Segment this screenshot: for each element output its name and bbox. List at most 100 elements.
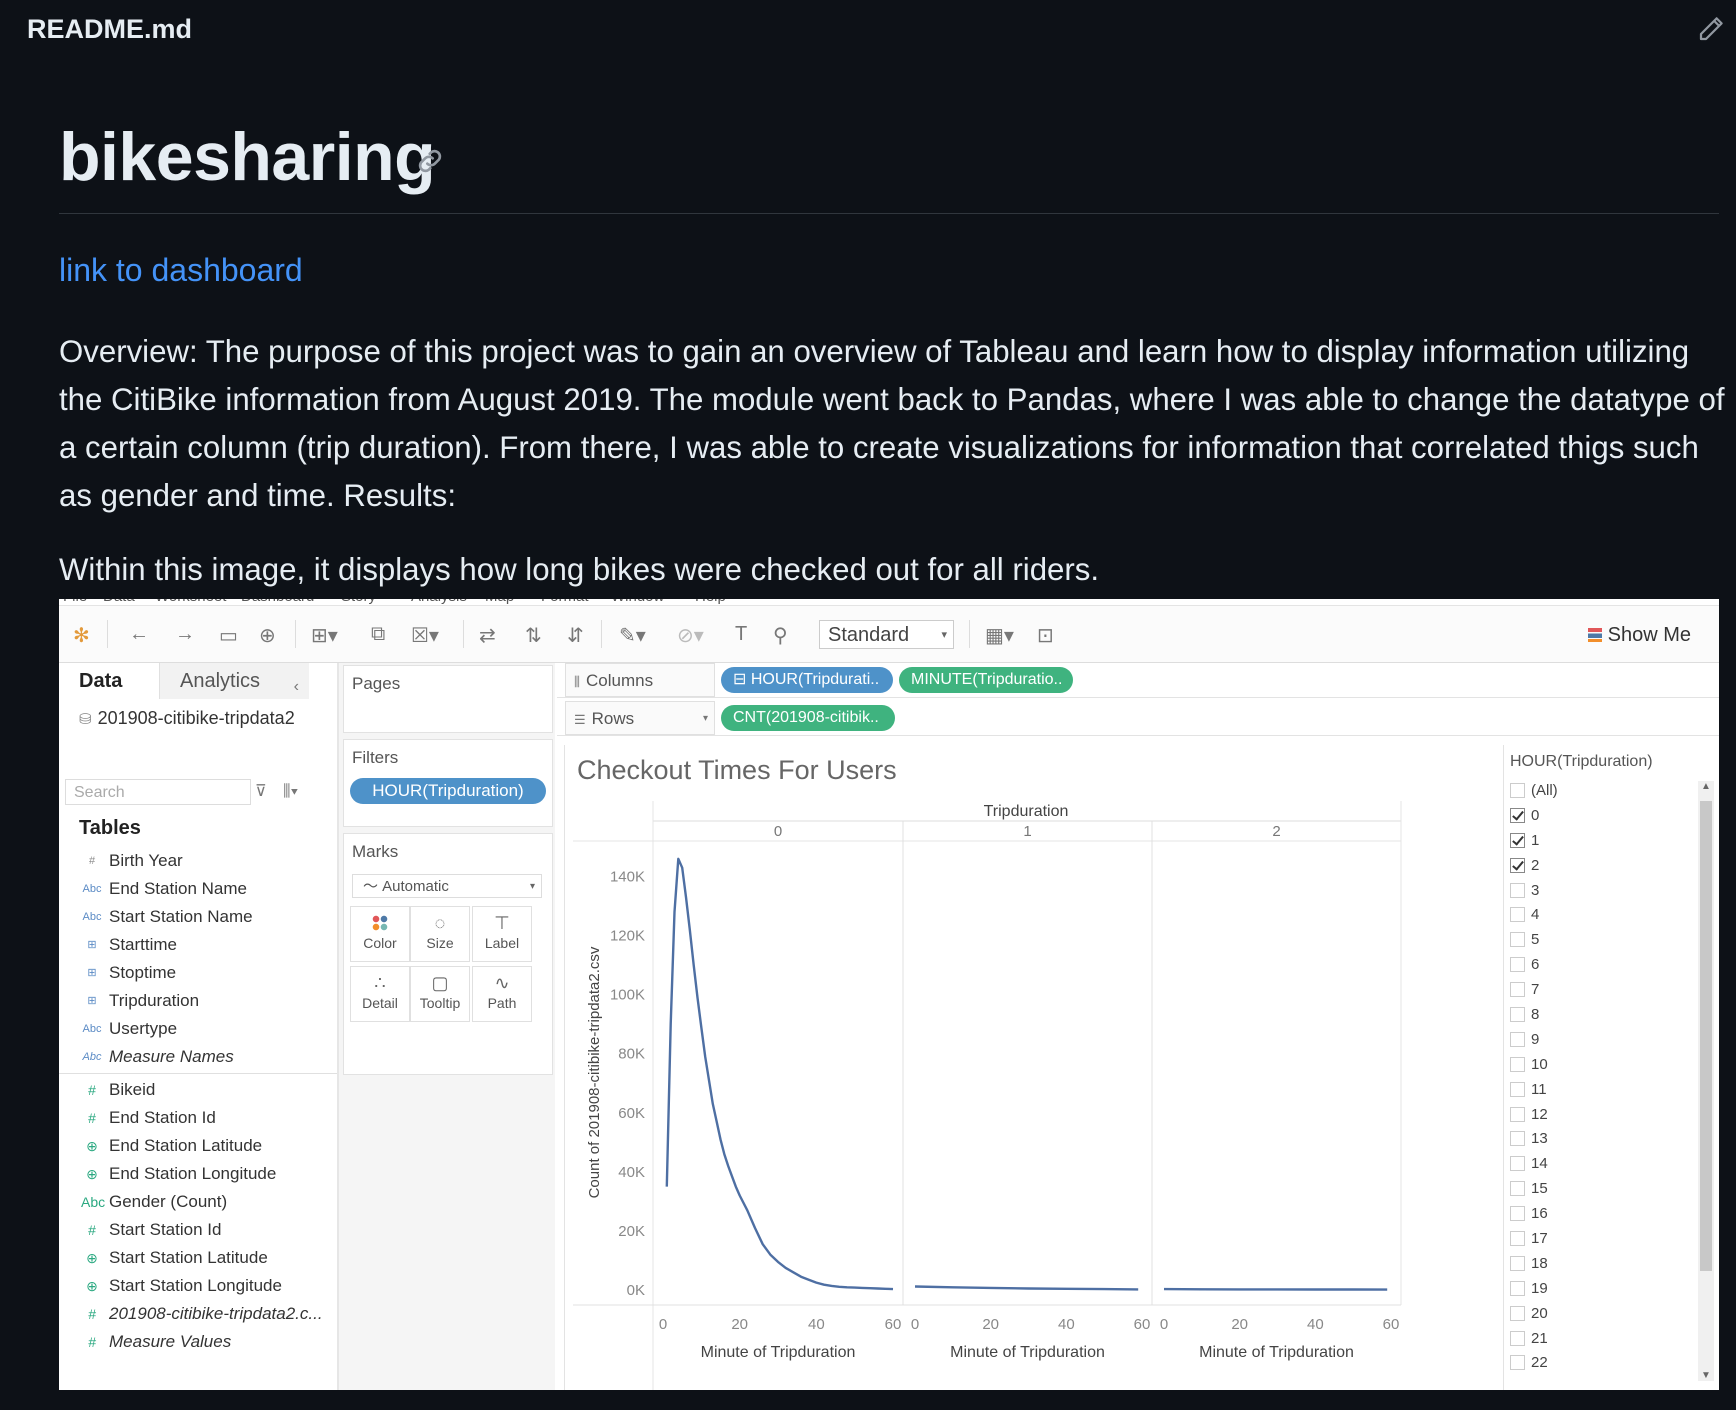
field-item[interactable]: ⊕ End Station Longitude [59,1160,337,1188]
checkbox-empty-icon[interactable] [1510,1231,1525,1247]
sort-ascending-icon[interactable]: ⇅ [525,623,542,648]
field-item[interactable]: ⊞ Stoptime [59,959,337,987]
field-item[interactable]: # Bikeid [59,1076,337,1104]
color-button[interactable]: Color [350,906,410,962]
checkbox-empty-icon[interactable] [1510,1056,1525,1072]
checkbox-empty-icon[interactable] [1510,1007,1525,1023]
checkbox-empty-icon[interactable] [1510,982,1525,998]
menu-item[interactable]: Map [485,599,514,605]
fit-select[interactable]: Standard ▾ [819,620,954,649]
menu-item[interactable]: Story [341,599,376,605]
filter-option[interactable]: 4 [1510,903,1690,928]
filter-option[interactable]: 5 [1510,928,1690,953]
filter-option[interactable]: 3 [1510,879,1690,904]
filter-option[interactable]: 15 [1510,1177,1690,1202]
show-cards-icon[interactable]: ▦▾ [985,623,1014,648]
checkbox-empty-icon[interactable] [1510,1031,1525,1047]
filter-option[interactable]: (All) [1510,779,1690,804]
filter-option[interactable]: 21 [1510,1327,1690,1352]
field-item[interactable]: # Measure Values [59,1328,337,1356]
checkbox-empty-icon[interactable] [1510,907,1525,923]
checkbox-empty-icon[interactable] [1510,882,1525,898]
field-item[interactable]: ⊞ Starttime [59,931,337,959]
filter-option[interactable]: 19 [1510,1277,1690,1302]
presentation-icon[interactable]: ⊡ [1037,623,1054,648]
filter-scrollbar[interactable]: ▲ ▼ [1698,781,1714,1381]
show-me-button[interactable]: Show Me [1587,624,1691,647]
link-icon[interactable] [414,145,446,177]
checkbox-checked-icon[interactable] [1510,857,1525,873]
scrollbar-thumb[interactable] [1700,801,1712,1271]
filter-option[interactable]: 12 [1510,1103,1690,1128]
menu-item[interactable]: Help [695,599,726,605]
duplicate-icon[interactable]: ⧉ [371,623,385,646]
label-toggle-icon[interactable]: T [735,623,747,646]
columns-shelf[interactable]: ⫼ Columns ⊟ HOUR(Tripdurati.. MINUTE(Trip… [557,663,1719,698]
field-item[interactable]: Abc Measure Names [59,1043,337,1071]
mark-type-select[interactable]: 〜 Automatic ▾ [352,874,542,898]
tooltip-button[interactable]: ▢ Tooltip [410,966,470,1022]
filter-option[interactable]: 8 [1510,1003,1690,1028]
pencil-icon[interactable] [1696,14,1726,44]
menu-item[interactable]: Format [541,599,589,605]
columns-pill-minute[interactable]: MINUTE(Tripduratio.. [899,667,1073,693]
save-icon[interactable]: ▭ [219,623,238,648]
swap-icon[interactable]: ⇄ [479,623,496,648]
filter-option[interactable]: 17 [1510,1227,1690,1252]
filter-option[interactable]: 6 [1510,953,1690,978]
menu-item[interactable]: Analysis [411,599,467,605]
undo-icon[interactable]: ← [129,623,149,646]
menu-item[interactable]: Dashboard [241,599,314,605]
field-item[interactable]: ⊞ Tripduration [59,987,337,1015]
field-item[interactable]: # Birth Year [59,847,337,875]
redo-icon[interactable]: → [175,623,195,646]
chevron-left-icon[interactable]: ‹ [294,669,299,705]
new-datasource-icon[interactable]: ⊕ [259,623,276,648]
view-options-icon[interactable]: ⫼▾ [283,783,298,800]
field-item[interactable]: ⊕ End Station Latitude [59,1132,337,1160]
field-item[interactable]: # End Station Id [59,1104,337,1132]
field-search-input[interactable]: Search [65,779,251,805]
checkbox-empty-icon[interactable] [1510,1206,1525,1222]
filter-option[interactable]: 20 [1510,1302,1690,1327]
checkbox-empty-icon[interactable] [1510,1081,1525,1097]
scroll-up-icon[interactable]: ▲ [1698,781,1714,792]
scroll-down-icon[interactable]: ▼ [1698,1370,1714,1381]
filters-card[interactable]: Filters HOUR(Tripduration) [343,739,553,827]
field-item[interactable]: #201908-citibike-tripdata2.c... [59,1300,337,1328]
path-button[interactable]: ∿ Path [472,966,532,1022]
checkbox-checked-icon[interactable] [1510,832,1525,848]
menu-item[interactable]: Worksheet [155,599,226,605]
columns-pill-hour[interactable]: ⊟ HOUR(Tripdurati.. [721,667,893,693]
field-item[interactable]: ⊕ Start Station Longitude [59,1272,337,1300]
checkbox-empty-icon[interactable] [1510,1305,1525,1321]
checkbox-empty-icon[interactable] [1510,957,1525,973]
tableau-logo-icon[interactable]: ✻ [73,623,90,648]
new-worksheet-icon[interactable]: ⊞▾ [311,623,338,648]
checkbox-checked-icon[interactable] [1510,807,1525,823]
data-source[interactable]: ⛁ 201908-citibike-tripdata2 [79,708,295,729]
rows-shelf[interactable]: ☰ Rows ▾ CNT(201908-citibik.. [557,701,1719,736]
filter-option[interactable]: 14 [1510,1152,1690,1177]
checkbox-empty-icon[interactable] [1510,1181,1525,1197]
pin-icon[interactable]: ⚲ [773,623,788,648]
menu-item[interactable]: Window [611,599,664,605]
field-item[interactable]: Abc Gender (Count) [59,1188,337,1216]
highlight-icon[interactable]: ✎▾ [619,623,646,648]
tab-analytics[interactable]: Analytics ‹ [159,663,309,699]
filter-pill-hour[interactable]: HOUR(Tripduration) [350,778,546,804]
field-item[interactable]: Abc Usertype [59,1015,337,1043]
checkbox-empty-icon[interactable] [1510,932,1525,948]
checkbox-empty-icon[interactable] [1510,783,1525,798]
detail-button[interactable]: ∴ Detail [350,966,410,1022]
filter-option[interactable]: 1 [1510,829,1690,854]
field-item[interactable]: Abc Start Station Name [59,903,337,931]
filter-option[interactable]: 18 [1510,1252,1690,1277]
filter-option[interactable]: 10 [1510,1053,1690,1078]
checkbox-empty-icon[interactable] [1510,1355,1525,1371]
checkbox-empty-icon[interactable] [1510,1131,1525,1147]
filter-option[interactable]: 0 [1510,804,1690,829]
checkbox-empty-icon[interactable] [1510,1280,1525,1296]
label-button[interactable]: ⊤ Label [472,906,532,962]
rows-pill-count[interactable]: CNT(201908-citibik.. [721,705,895,731]
